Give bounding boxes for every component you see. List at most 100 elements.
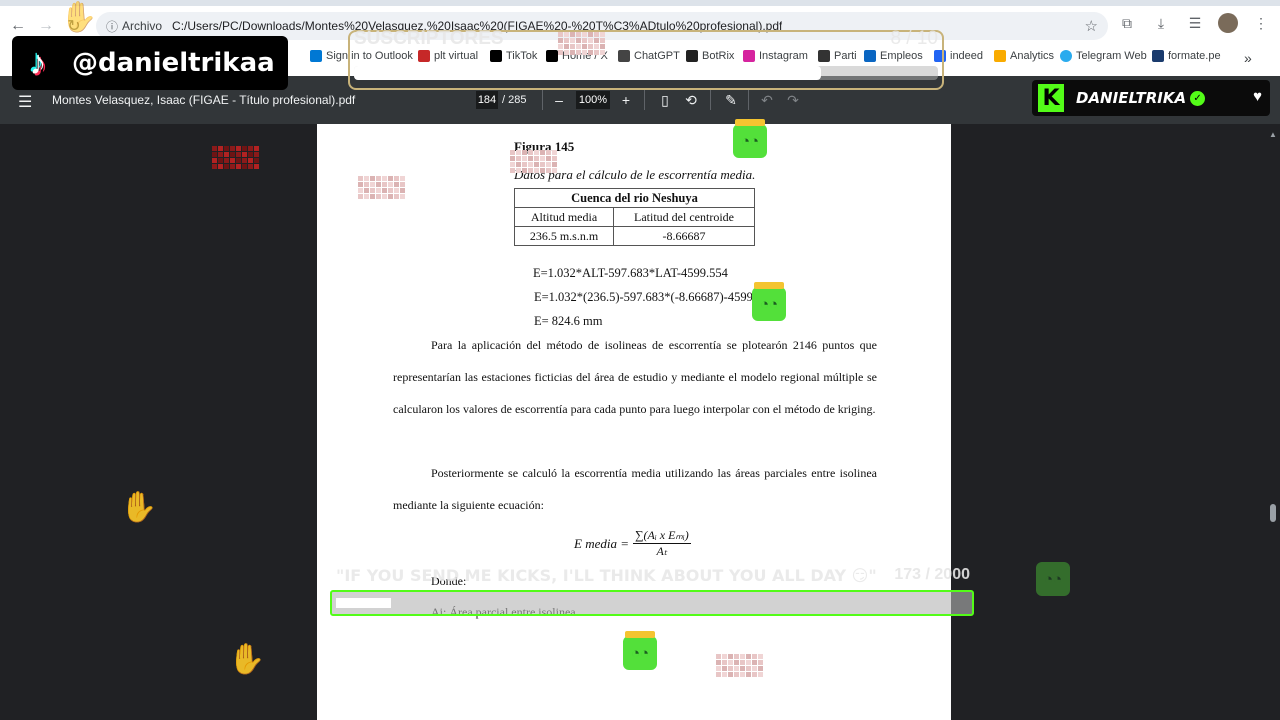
pixel-block: [722, 654, 727, 659]
pixel-block: [230, 152, 235, 157]
pixel-block: [528, 168, 533, 173]
zoom-input[interactable]: 100%: [576, 91, 610, 109]
pixel-block: [376, 176, 381, 181]
pixel-block: [218, 158, 223, 163]
clapping-hands-icon: ✋: [228, 643, 266, 676]
bookmark-favicon-icon: [1152, 50, 1164, 62]
tiktok-overlay: ♪ @danieltrikaa: [12, 36, 288, 90]
bookmarks-overflow-icon[interactable]: »: [1244, 50, 1252, 66]
emote-sticker-icon: ◔◔: [1036, 562, 1070, 596]
bookmark-star-icon[interactable]: ☆: [1085, 17, 1098, 35]
rotate-icon[interactable]: ⟲: [682, 91, 700, 109]
pixel-block: [600, 38, 605, 43]
extensions-icon[interactable]: ⧉: [1116, 12, 1138, 34]
scrollbar-thumb[interactable]: [1270, 504, 1276, 522]
pixel-block: [600, 32, 605, 37]
profile-avatar[interactable]: [1218, 13, 1238, 33]
pixel-block: [224, 146, 229, 151]
undo-icon[interactable]: ↶: [758, 91, 776, 109]
pixel-block: [728, 660, 733, 665]
bookmark-item[interactable]: Analytics: [994, 50, 1054, 62]
info-icon[interactable]: ⓘ: [106, 18, 118, 35]
tiktok-logo-icon: ♪: [29, 43, 47, 82]
pixel-block: [588, 44, 593, 49]
pixel-block: [582, 32, 587, 37]
pixel-block: [516, 162, 521, 167]
clapping-hands-icon: ✋: [120, 491, 158, 524]
pixel-block: [358, 194, 363, 199]
bookmark-label: Telegram Web: [1076, 50, 1147, 62]
pixel-block: [546, 168, 551, 173]
subscribers-goal: SUSCRIPTORES 8 / 10: [348, 28, 944, 90]
bookmark-item[interactable]: formate.pe: [1152, 50, 1221, 62]
pixel-block: [230, 164, 235, 169]
pixel-block: [224, 164, 229, 169]
pixel-block: [370, 176, 375, 181]
pixel-block: [218, 146, 223, 151]
pixel-block: [218, 164, 223, 169]
pixel-block: [576, 32, 581, 37]
pixel-block: [382, 176, 387, 181]
fit-page-icon[interactable]: ▯: [656, 91, 674, 109]
divider: [644, 90, 645, 110]
menu-icon[interactable]: ☰: [18, 92, 32, 112]
pixel-block: [376, 194, 381, 199]
pixel-block: [722, 672, 727, 677]
pixel-block: [558, 44, 563, 49]
clapping-hands-icon: ✋: [60, 1, 98, 34]
redo-icon[interactable]: ↷: [784, 91, 802, 109]
reading-list-icon[interactable]: ☰: [1184, 12, 1206, 34]
pixel-block: [370, 194, 375, 199]
formula: E media = ∑(Aᵢ x Eₘᵢ) Aₜ: [574, 528, 691, 559]
formula-lhs: E media =: [574, 535, 629, 551]
pixel-block: [510, 150, 515, 155]
pixel-block: [600, 44, 605, 49]
pixel-block: [534, 168, 539, 173]
annotate-icon[interactable]: ✎: [722, 91, 740, 109]
pixel-block: [588, 50, 593, 55]
pixel-block: [540, 168, 545, 173]
pixel-block: [248, 164, 253, 169]
pixel-block: [236, 164, 241, 169]
chrome-menu-icon[interactable]: ⋮: [1250, 12, 1272, 34]
emote-sticker-icon: ◔◔: [752, 282, 786, 321]
pixel-block: [594, 44, 599, 49]
divider: [710, 90, 711, 110]
kicks-goal: "IF YOU SEND ME KICKS, I'LL THINK ABOUT …: [330, 566, 974, 616]
page-number-input[interactable]: 184: [476, 91, 498, 109]
pixel-block: [594, 32, 599, 37]
zoom-out-button[interactable]: –: [550, 91, 568, 109]
pixel-block: [382, 194, 387, 199]
pixel-block: [558, 32, 563, 37]
heart-icon: ♥: [1253, 88, 1262, 105]
bookmark-item[interactable]: Telegram Web: [1060, 50, 1147, 62]
scroll-up-icon[interactable]: ▲: [1269, 130, 1277, 139]
scrollbar[interactable]: ▲: [1268, 128, 1278, 716]
pixel-block: [394, 194, 399, 199]
pixel-block: [388, 194, 393, 199]
pixel-block: [394, 188, 399, 193]
pixel-block: [528, 156, 533, 161]
equation-line: E=1.032*ALT-597.683*LAT-4599.554: [533, 266, 728, 280]
pixel-block: [752, 672, 757, 677]
security-chip[interactable]: Archivo: [122, 19, 162, 33]
verified-icon: ✓: [1190, 90, 1206, 106]
bookmark-label: formate.pe: [1168, 50, 1221, 62]
kicks-message: "IF YOU SEND ME KICKS, I'LL THINK ABOUT …: [336, 566, 877, 585]
pixel-block: [728, 666, 733, 671]
crown-icon: [754, 282, 784, 289]
subscribers-progress-track: [354, 66, 938, 80]
pixel-block: [218, 152, 223, 157]
pixel-block: [546, 156, 551, 161]
pixel-block: [540, 150, 545, 155]
pixel-block: [740, 654, 745, 659]
download-icon[interactable]: ⤓: [1150, 12, 1172, 34]
pixel-block: [516, 150, 521, 155]
pixel-block: [230, 146, 235, 151]
zoom-in-button[interactable]: +: [617, 91, 635, 109]
pixel-block: [394, 182, 399, 187]
pixel-blocks-icon: [358, 176, 405, 199]
pixel-block: [212, 164, 217, 169]
pixel-block: [242, 152, 247, 157]
pixel-block: [582, 44, 587, 49]
